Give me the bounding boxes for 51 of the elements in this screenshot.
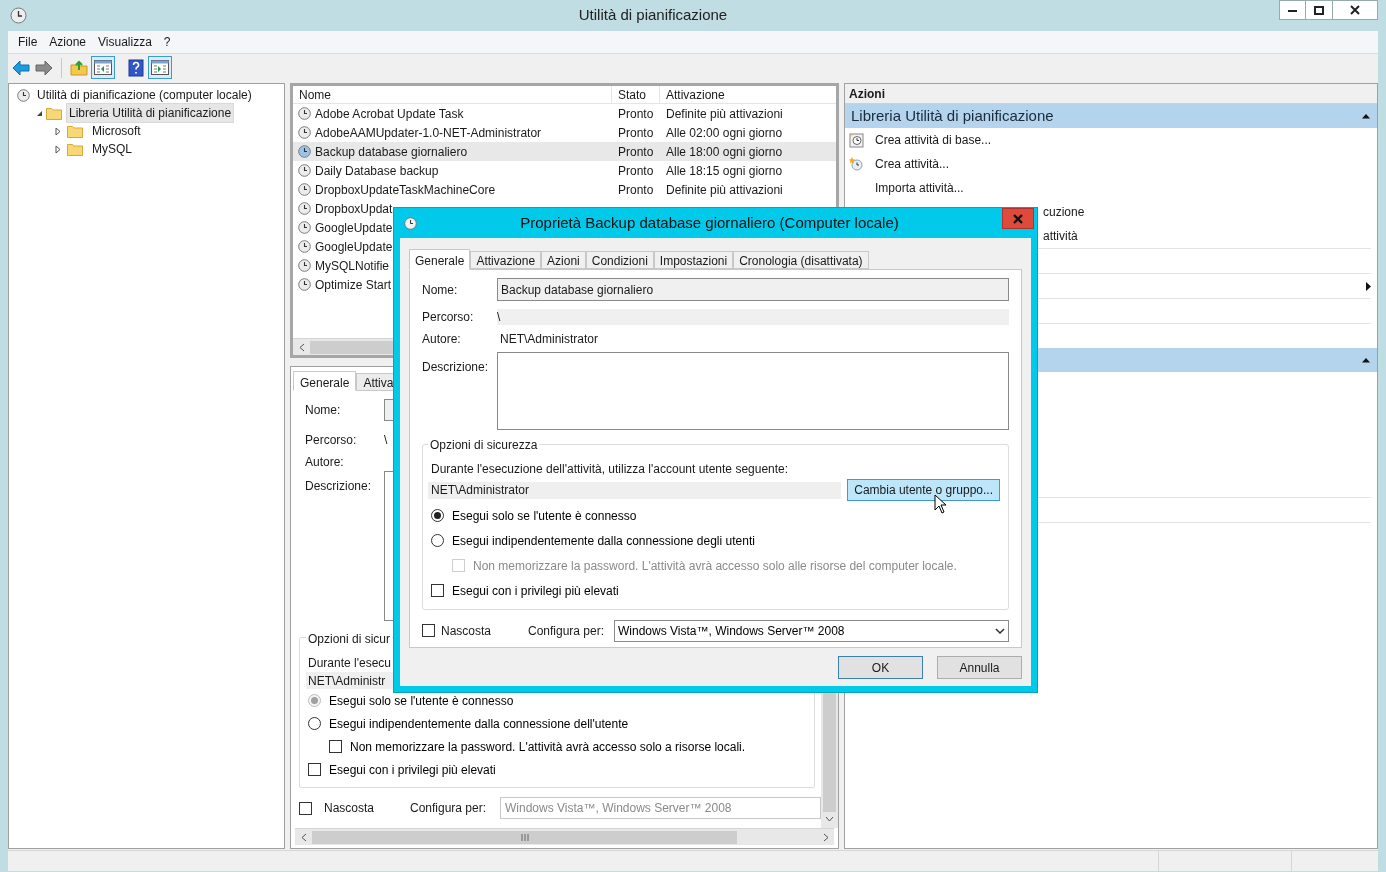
option-label: Esegui con i privilegi più elevati [329, 761, 496, 779]
table-cell-text: Pronto [617, 181, 655, 199]
table-cell-text: Alle 02:00 ogni giorno [665, 124, 783, 142]
table-cell-text: Pronto [617, 162, 655, 180]
pane-title: Azioni [845, 84, 1377, 104]
dialog-title: Proprietà Backup database giornaliero (Computer locale) [519, 212, 900, 233]
table-cell-text: Optimize Start [315, 276, 392, 294]
option-label: Non memorizzare la password. L'attività avrà accesso solo a risorse locali. [350, 738, 746, 756]
field-label: Percorso: [305, 432, 358, 449]
table-cell-text: MySQLNotifie [315, 257, 390, 275]
field-label: Autore: [422, 330, 462, 348]
table-cell-text: GoogleUpdate [315, 219, 393, 237]
option-label: Esegui indipendentemente dalla connessione degli utenti [452, 532, 755, 550]
table-cell-text: DropboxUpdateTaskMachineCore [315, 181, 496, 199]
option-label: Durante l'esecuzione dell'attività, utilizza l'account utente seguente: [431, 461, 790, 478]
table-cell-text: Definite più attivazioni [665, 105, 783, 123]
table-cell-text: Pronto [617, 105, 655, 123]
field-label: Configura per: [528, 622, 606, 640]
option-label: Durante l'esecu [308, 655, 392, 672]
option-label: Esegui con i privilegi più elevati [452, 582, 619, 600]
table-cell-text: AdobeAAMUpdater-1.0-NET-Administrator [315, 124, 542, 142]
option-label: Nascosta [324, 800, 376, 817]
field-label: Nome: [422, 281, 459, 299]
field-label: Descrizione: [422, 359, 490, 377]
field-label: Autore: [305, 454, 344, 471]
option-label: Esegui indipendentemente dalla connessione dell'utente [329, 715, 629, 733]
field-value: NET\Administrator [500, 330, 599, 348]
table-cell-text: Alle 18:00 ogni giorno [665, 143, 783, 161]
table-cell-text: DropboxUpdat [315, 200, 393, 218]
field-label: Configura per: [410, 800, 488, 817]
option-label: Non memorizzare la password. L'attività avrà accesso solo alle risorse del computer locale. [473, 557, 957, 575]
field-value: \ [384, 432, 388, 449]
section-title: Libreria Utilità di pianificazione [851, 105, 1055, 126]
option-label: Nascosta [441, 622, 493, 640]
table-cell-text: Alle 18:15 ogni giorno [665, 162, 783, 180]
window-title: Utilità di pianificazione [577, 5, 729, 26]
table-cell-text: Pronto [617, 143, 655, 161]
option-label: Esegui solo se l'utente è connesso [452, 507, 637, 525]
option-label: Esegui solo se l'utente è connesso [329, 692, 514, 710]
table-cell-text: Daily Database backup [315, 162, 439, 180]
configure-dropdown: Windows Vista™, Windows Server™ 2008 [500, 797, 821, 819]
table-cell-text: Backup database giornaliero [315, 143, 468, 161]
table-cell-text: GoogleUpdate [315, 238, 393, 256]
table-cell-text: Pronto [617, 124, 655, 142]
field-label: Nome: [305, 402, 342, 419]
path-field: \ [497, 309, 1009, 326]
field-label: Descrizione: [305, 478, 373, 495]
table-cell-text: Definite più attivazioni [665, 181, 783, 199]
account-field: NET\Administrator [428, 481, 842, 499]
table-cell-text: Adobe Acrobat Update Task [315, 105, 464, 123]
field-label: Percorso: [422, 309, 475, 327]
